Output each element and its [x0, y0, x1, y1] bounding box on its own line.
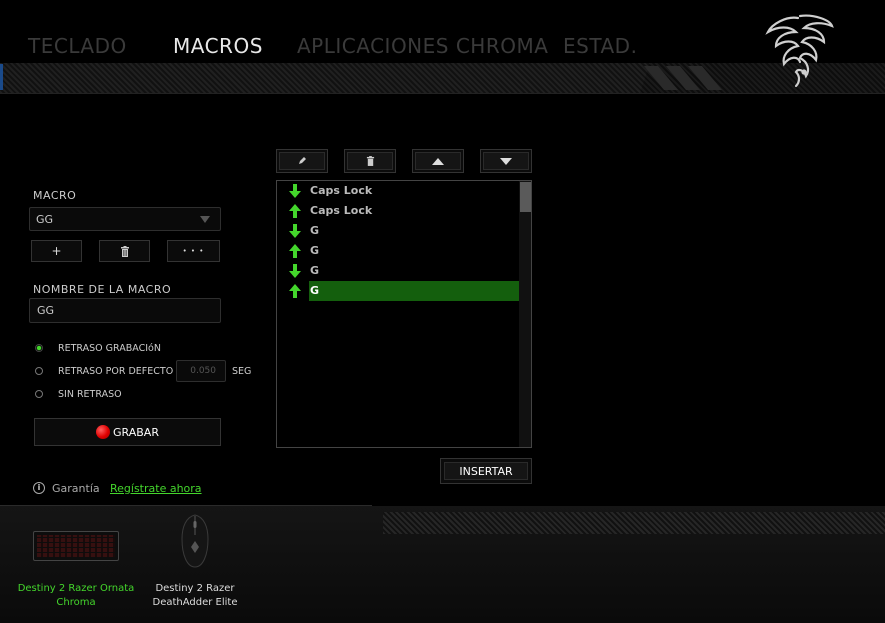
event-key: G — [310, 264, 320, 277]
delay-unit: SEG — [232, 366, 252, 377]
edit-button-face — [279, 152, 325, 170]
device-bar-divider — [0, 505, 372, 506]
record-icon — [96, 425, 111, 439]
device-name-line: DeathAdder Elite — [152, 597, 238, 608]
default-delay-input[interactable]: 0.050 — [176, 360, 226, 382]
selection-highlight — [309, 281, 519, 301]
device-name-line: Chroma — [56, 597, 96, 608]
razer-logo-icon — [765, 14, 834, 88]
arrow-up-icon — [432, 157, 444, 165]
delete-event-button[interactable] — [344, 149, 396, 173]
macro-label: MACRO — [33, 189, 77, 202]
edit-event-button[interactable] — [276, 149, 328, 173]
mouse-device-image[interactable] — [178, 513, 212, 569]
radio-retraso-grabacion[interactable] — [35, 344, 43, 352]
macro-event-list: Caps Lock Caps Lock G G G G — [276, 180, 532, 448]
more-options-button[interactable]: • • • — [167, 240, 220, 262]
macro-name-label: NOMBRE DE LA MACRO — [33, 283, 172, 296]
tab-estad[interactable]: ESTAD. — [563, 34, 637, 58]
insert-label: INSERTAR — [459, 464, 513, 478]
device-name-line: Destiny 2 Razer — [155, 583, 235, 594]
chevron-down-icon — [200, 216, 210, 223]
list-item[interactable]: G — [277, 221, 519, 241]
list-item[interactable]: Caps Lock — [277, 201, 519, 221]
register-link[interactable]: Regístrate ahora — [110, 482, 202, 495]
device-name-ornata[interactable]: Destiny 2 Razer Ornata Chroma — [15, 582, 137, 610]
macro-name-input[interactable]: GG — [29, 298, 221, 323]
radio-label-retraso-defecto: RETRASO POR DEFECTO — [58, 366, 174, 377]
macro-select-value: GG — [36, 213, 54, 226]
more-icon: • • • — [182, 247, 205, 255]
event-key: G — [310, 244, 320, 257]
pencil-icon — [299, 157, 306, 164]
event-key: G — [310, 224, 320, 237]
key-up-arrow-icon — [289, 204, 301, 218]
insert-button[interactable]: INSERTAR — [440, 458, 532, 484]
record-button[interactable]: GRABAR — [34, 418, 221, 446]
add-macro-button[interactable]: + — [31, 240, 82, 262]
list-item[interactable]: G — [277, 241, 519, 261]
tab-aplicaciones-chroma[interactable]: APLICACIONES CHROMA — [297, 34, 548, 58]
radio-label-sin-retraso: SIN RETRASO — [58, 389, 122, 400]
radio-label-retraso-grabacion: RETRASO GRABACIóN — [58, 343, 161, 354]
key-down-arrow-icon — [289, 224, 301, 238]
arrow-down-icon — [500, 157, 512, 165]
scrollbar-thumb[interactable] — [520, 182, 531, 212]
default-delay-value: 0.050 — [190, 366, 216, 376]
key-down-arrow-icon — [289, 184, 301, 198]
delete-macro-button[interactable] — [99, 240, 150, 262]
device-name-line: Destiny 2 Razer Ornata — [17, 583, 135, 594]
header-divider — [0, 93, 885, 94]
device-name-deathadder[interactable]: Destiny 2 Razer DeathAdder Elite — [140, 582, 250, 610]
info-icon: i — [33, 482, 45, 494]
keyboard-device-image[interactable] — [33, 531, 119, 561]
list-scrollbar[interactable] — [519, 181, 531, 447]
keyboard-rows — [37, 535, 115, 557]
event-key: Caps Lock — [310, 184, 373, 197]
insert-button-face: INSERTAR — [444, 462, 528, 480]
key-up-arrow-icon — [289, 284, 301, 298]
list-item[interactable]: G — [277, 261, 519, 281]
radio-retraso-defecto[interactable] — [35, 367, 43, 375]
warranty-label: Garantía — [52, 482, 100, 495]
header-band-edge — [0, 64, 3, 90]
tab-macros[interactable]: MACROS — [173, 34, 263, 58]
record-label: GRABAR — [113, 425, 159, 439]
macro-select[interactable]: GG — [29, 207, 221, 231]
event-key: G — [310, 284, 320, 297]
move-up-button-face — [415, 152, 461, 170]
move-up-button[interactable] — [412, 149, 464, 173]
device-bar-pattern — [383, 512, 885, 534]
list-item-selected[interactable]: G — [277, 281, 519, 301]
trash-icon — [120, 245, 129, 257]
header-band-pattern — [0, 63, 650, 93]
list-item[interactable]: Caps Lock — [277, 181, 519, 201]
add-button-label: + — [51, 244, 62, 258]
move-down-button[interactable] — [480, 149, 532, 173]
tab-teclado[interactable]: TECLADO — [28, 34, 127, 58]
move-down-button-face — [483, 152, 529, 170]
trash-icon — [366, 156, 374, 166]
delete-button-face — [347, 152, 393, 170]
radio-sin-retraso[interactable] — [35, 390, 43, 398]
macro-name-value: GG — [37, 304, 55, 317]
key-down-arrow-icon — [289, 264, 301, 278]
event-key: Caps Lock — [310, 204, 373, 217]
key-up-arrow-icon — [289, 244, 301, 258]
